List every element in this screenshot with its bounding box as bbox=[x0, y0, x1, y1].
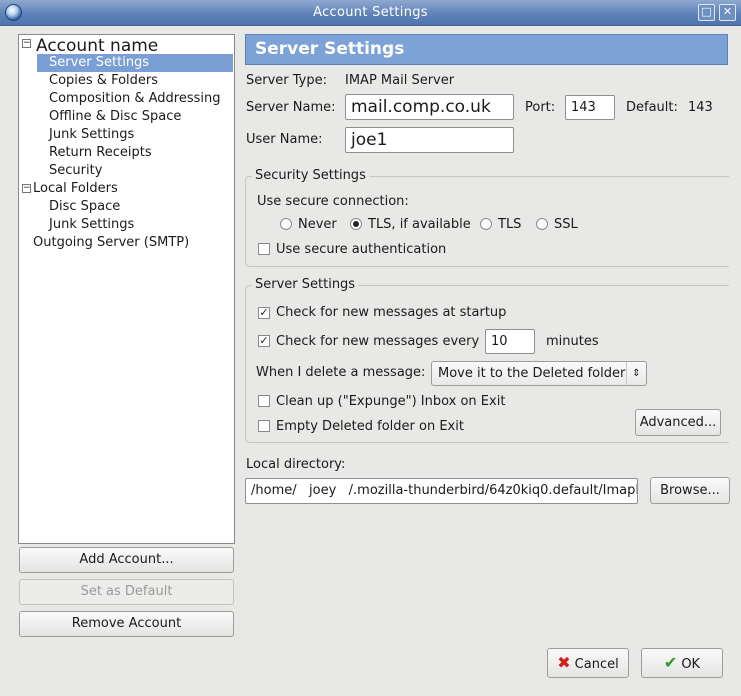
delete-message-label: When I delete a message: bbox=[256, 365, 426, 380]
radio-never[interactable] bbox=[280, 218, 292, 230]
browse-button[interactable]: Browse... bbox=[650, 477, 730, 504]
secure-auth-label: Use secure authentication bbox=[276, 242, 447, 257]
empty-deleted-checkbox[interactable] bbox=[258, 420, 270, 432]
checkmark-icon: ✔ bbox=[663, 653, 678, 672]
minutes-label: minutes bbox=[546, 334, 599, 349]
radio-ssl-label: SSL bbox=[554, 217, 578, 232]
port-input[interactable]: 143 bbox=[565, 95, 615, 120]
default-port-value: 143 bbox=[688, 100, 713, 115]
use-secure-connection-label: Use secure connection: bbox=[257, 194, 409, 209]
check-interval-input[interactable]: 10 bbox=[485, 329, 535, 354]
account-tree[interactable]: − Account name Server Settings Copies & … bbox=[18, 34, 235, 544]
radio-tls[interactable] bbox=[480, 218, 492, 230]
server-type-label: Server Type: bbox=[246, 73, 328, 88]
server-type-value: IMAP Mail Server bbox=[345, 73, 455, 88]
ok-button-label: OK bbox=[681, 657, 701, 672]
user-name-label: User Name: bbox=[246, 132, 323, 147]
security-settings-title: Security Settings bbox=[252, 168, 369, 183]
tree-item-outgoing-server[interactable]: Outgoing Server (SMTP) bbox=[33, 234, 189, 252]
tree-item-disc-space[interactable]: Disc Space bbox=[49, 198, 120, 216]
set-as-default-button[interactable]: Set as Default bbox=[19, 579, 234, 605]
add-account-button[interactable]: Add Account... bbox=[19, 547, 234, 573]
local-directory-label: Local directory: bbox=[246, 457, 346, 472]
cleanup-checkbox[interactable] bbox=[258, 395, 270, 407]
tree-item-security[interactable]: Security bbox=[49, 162, 102, 180]
tree-item-label: Server Settings bbox=[49, 55, 150, 70]
tree-item-copies-folders[interactable]: Copies & Folders bbox=[49, 72, 158, 90]
tree-item-return-receipts[interactable]: Return Receipts bbox=[49, 144, 152, 162]
tree-item-server-settings[interactable]: Server Settings bbox=[37, 54, 233, 72]
secure-auth-checkbox[interactable] bbox=[258, 243, 270, 255]
panel-header: Server Settings bbox=[245, 34, 728, 65]
collapse-account-icon[interactable]: − bbox=[22, 39, 31, 48]
window-title: Account Settings bbox=[313, 5, 428, 20]
local-directory-input[interactable]: /home/ joey /.mozilla-thunderbird/64z0ki… bbox=[245, 478, 638, 504]
tree-item-offline-disc-space[interactable]: Offline & Disc Space bbox=[49, 108, 181, 126]
radio-tls-label: TLS bbox=[498, 217, 522, 232]
tree-item-composition-addressing[interactable]: Composition & Addressing bbox=[49, 90, 220, 108]
server-name-input[interactable]: mail.comp.co.uk bbox=[345, 94, 514, 120]
delete-action-select[interactable]: Move it to the Deleted folder ⇕ bbox=[431, 361, 647, 386]
delete-action-value: Move it to the Deleted folder bbox=[438, 366, 626, 381]
radio-ssl[interactable] bbox=[536, 218, 548, 230]
cleanup-label: Clean up ("Expunge") Inbox on Exit bbox=[276, 394, 506, 409]
close-icon[interactable]: ✕ bbox=[719, 4, 736, 21]
tree-account-name[interactable]: Account name bbox=[36, 37, 158, 55]
title-bar: Account Settings □ ✕ bbox=[0, 0, 741, 26]
check-startup-label: Check for new messages at startup bbox=[276, 305, 507, 320]
tree-local-folders[interactable]: Local Folders bbox=[33, 180, 118, 198]
default-port-label: Default: bbox=[626, 100, 678, 115]
user-name-input[interactable]: joe1 bbox=[345, 127, 514, 153]
radio-never-label: Never bbox=[298, 217, 337, 232]
empty-deleted-label: Empty Deleted folder on Exit bbox=[276, 419, 464, 434]
cancel-button-label: Cancel bbox=[574, 657, 619, 672]
tree-item-junk-settings[interactable]: Junk Settings bbox=[49, 126, 134, 144]
server-name-label: Server Name: bbox=[246, 100, 336, 115]
collapse-local-folders-icon[interactable]: − bbox=[22, 184, 31, 193]
radio-tls-if-available-label: TLS, if available bbox=[368, 217, 471, 232]
check-every-checkbox[interactable]: ✓ bbox=[258, 335, 270, 347]
check-startup-checkbox[interactable]: ✓ bbox=[258, 307, 270, 319]
remove-account-button[interactable]: Remove Account bbox=[19, 611, 234, 637]
check-every-label: Check for new messages every bbox=[276, 334, 480, 349]
advanced-button[interactable]: Advanced... bbox=[635, 409, 721, 436]
cancel-button[interactable]: ✖ Cancel bbox=[547, 648, 629, 678]
ok-button[interactable]: ✔ OK bbox=[641, 648, 723, 678]
updown-arrows-icon: ⇕ bbox=[626, 362, 646, 385]
server-settings-title: Server Settings bbox=[252, 277, 359, 292]
maximize-icon[interactable]: □ bbox=[698, 4, 715, 21]
tree-item-local-junk-settings[interactable]: Junk Settings bbox=[49, 216, 134, 234]
radio-tls-if-available[interactable] bbox=[350, 218, 362, 230]
port-label: Port: bbox=[525, 100, 556, 115]
cancel-icon: ✖ bbox=[557, 653, 571, 672]
